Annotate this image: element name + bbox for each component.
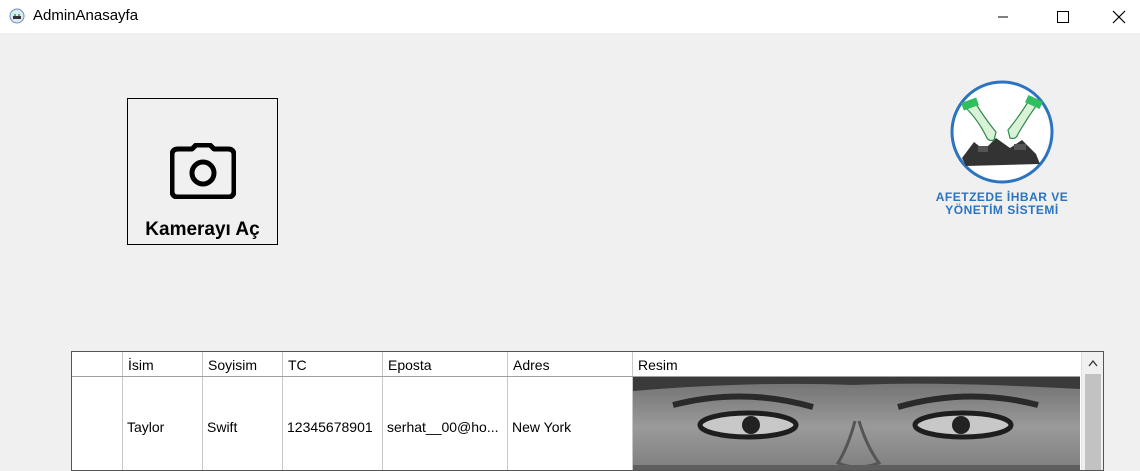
camera-icon [170, 143, 236, 199]
grid-header: İsim Soyisim TC Eposta Adres Resim [72, 352, 1080, 377]
maximize-icon [1057, 10, 1069, 23]
app-logo: AFETZEDE İHBAR VE YÖNETİM SİSTEMİ [926, 80, 1078, 220]
open-camera-button[interactable]: Kamerayı Aç [127, 98, 278, 245]
close-icon [1112, 10, 1126, 23]
minimize-icon [998, 16, 1008, 17]
window-title: AdminAnasayfa [33, 7, 139, 24]
cell-resim[interactable] [633, 377, 1080, 470]
vertical-scrollbar[interactable] [1081, 352, 1103, 470]
app-icon [9, 8, 25, 24]
row-header-corner[interactable] [72, 352, 123, 376]
close-button[interactable] [1096, 0, 1140, 33]
cell-tc[interactable]: 12345678901 [283, 377, 383, 470]
cell-adres[interactable]: New York [508, 377, 633, 470]
column-header-soyisim[interactable]: Soyisim [203, 352, 283, 376]
cell-soyisim[interactable]: Swift [203, 377, 283, 470]
cell-eposta[interactable]: serhat__00@ho... [383, 377, 508, 470]
logo-text-line2: YÖNETİM SİSTEMİ [945, 203, 1059, 217]
chevron-up-icon [1088, 359, 1098, 367]
data-grid[interactable]: İsim Soyisim TC Eposta Adres Resim Taylo… [71, 351, 1104, 471]
column-header-resim[interactable]: Resim [633, 352, 1080, 376]
column-header-eposta[interactable]: Eposta [383, 352, 508, 376]
face-photo [633, 377, 1080, 470]
logo-emblem [950, 80, 1054, 184]
open-camera-label: Kamerayı Aç [145, 219, 260, 240]
column-header-adres[interactable]: Adres [508, 352, 633, 376]
column-header-isim[interactable]: İsim [123, 352, 203, 376]
row-header[interactable] [72, 377, 123, 470]
maximize-button[interactable] [1040, 0, 1086, 33]
title-bar: AdminAnasayfa [0, 0, 1140, 33]
logo-text-line1: AFETZEDE İHBAR VE [935, 190, 1069, 204]
column-header-tc[interactable]: TC [283, 352, 383, 376]
scroll-up-button[interactable] [1082, 352, 1103, 374]
minimize-button[interactable] [980, 0, 1026, 33]
table-row[interactable]: Taylor Swift 12345678901 serhat__00@ho..… [72, 377, 1080, 470]
scroll-thumb[interactable] [1085, 374, 1101, 470]
cell-isim[interactable]: Taylor [123, 377, 203, 470]
